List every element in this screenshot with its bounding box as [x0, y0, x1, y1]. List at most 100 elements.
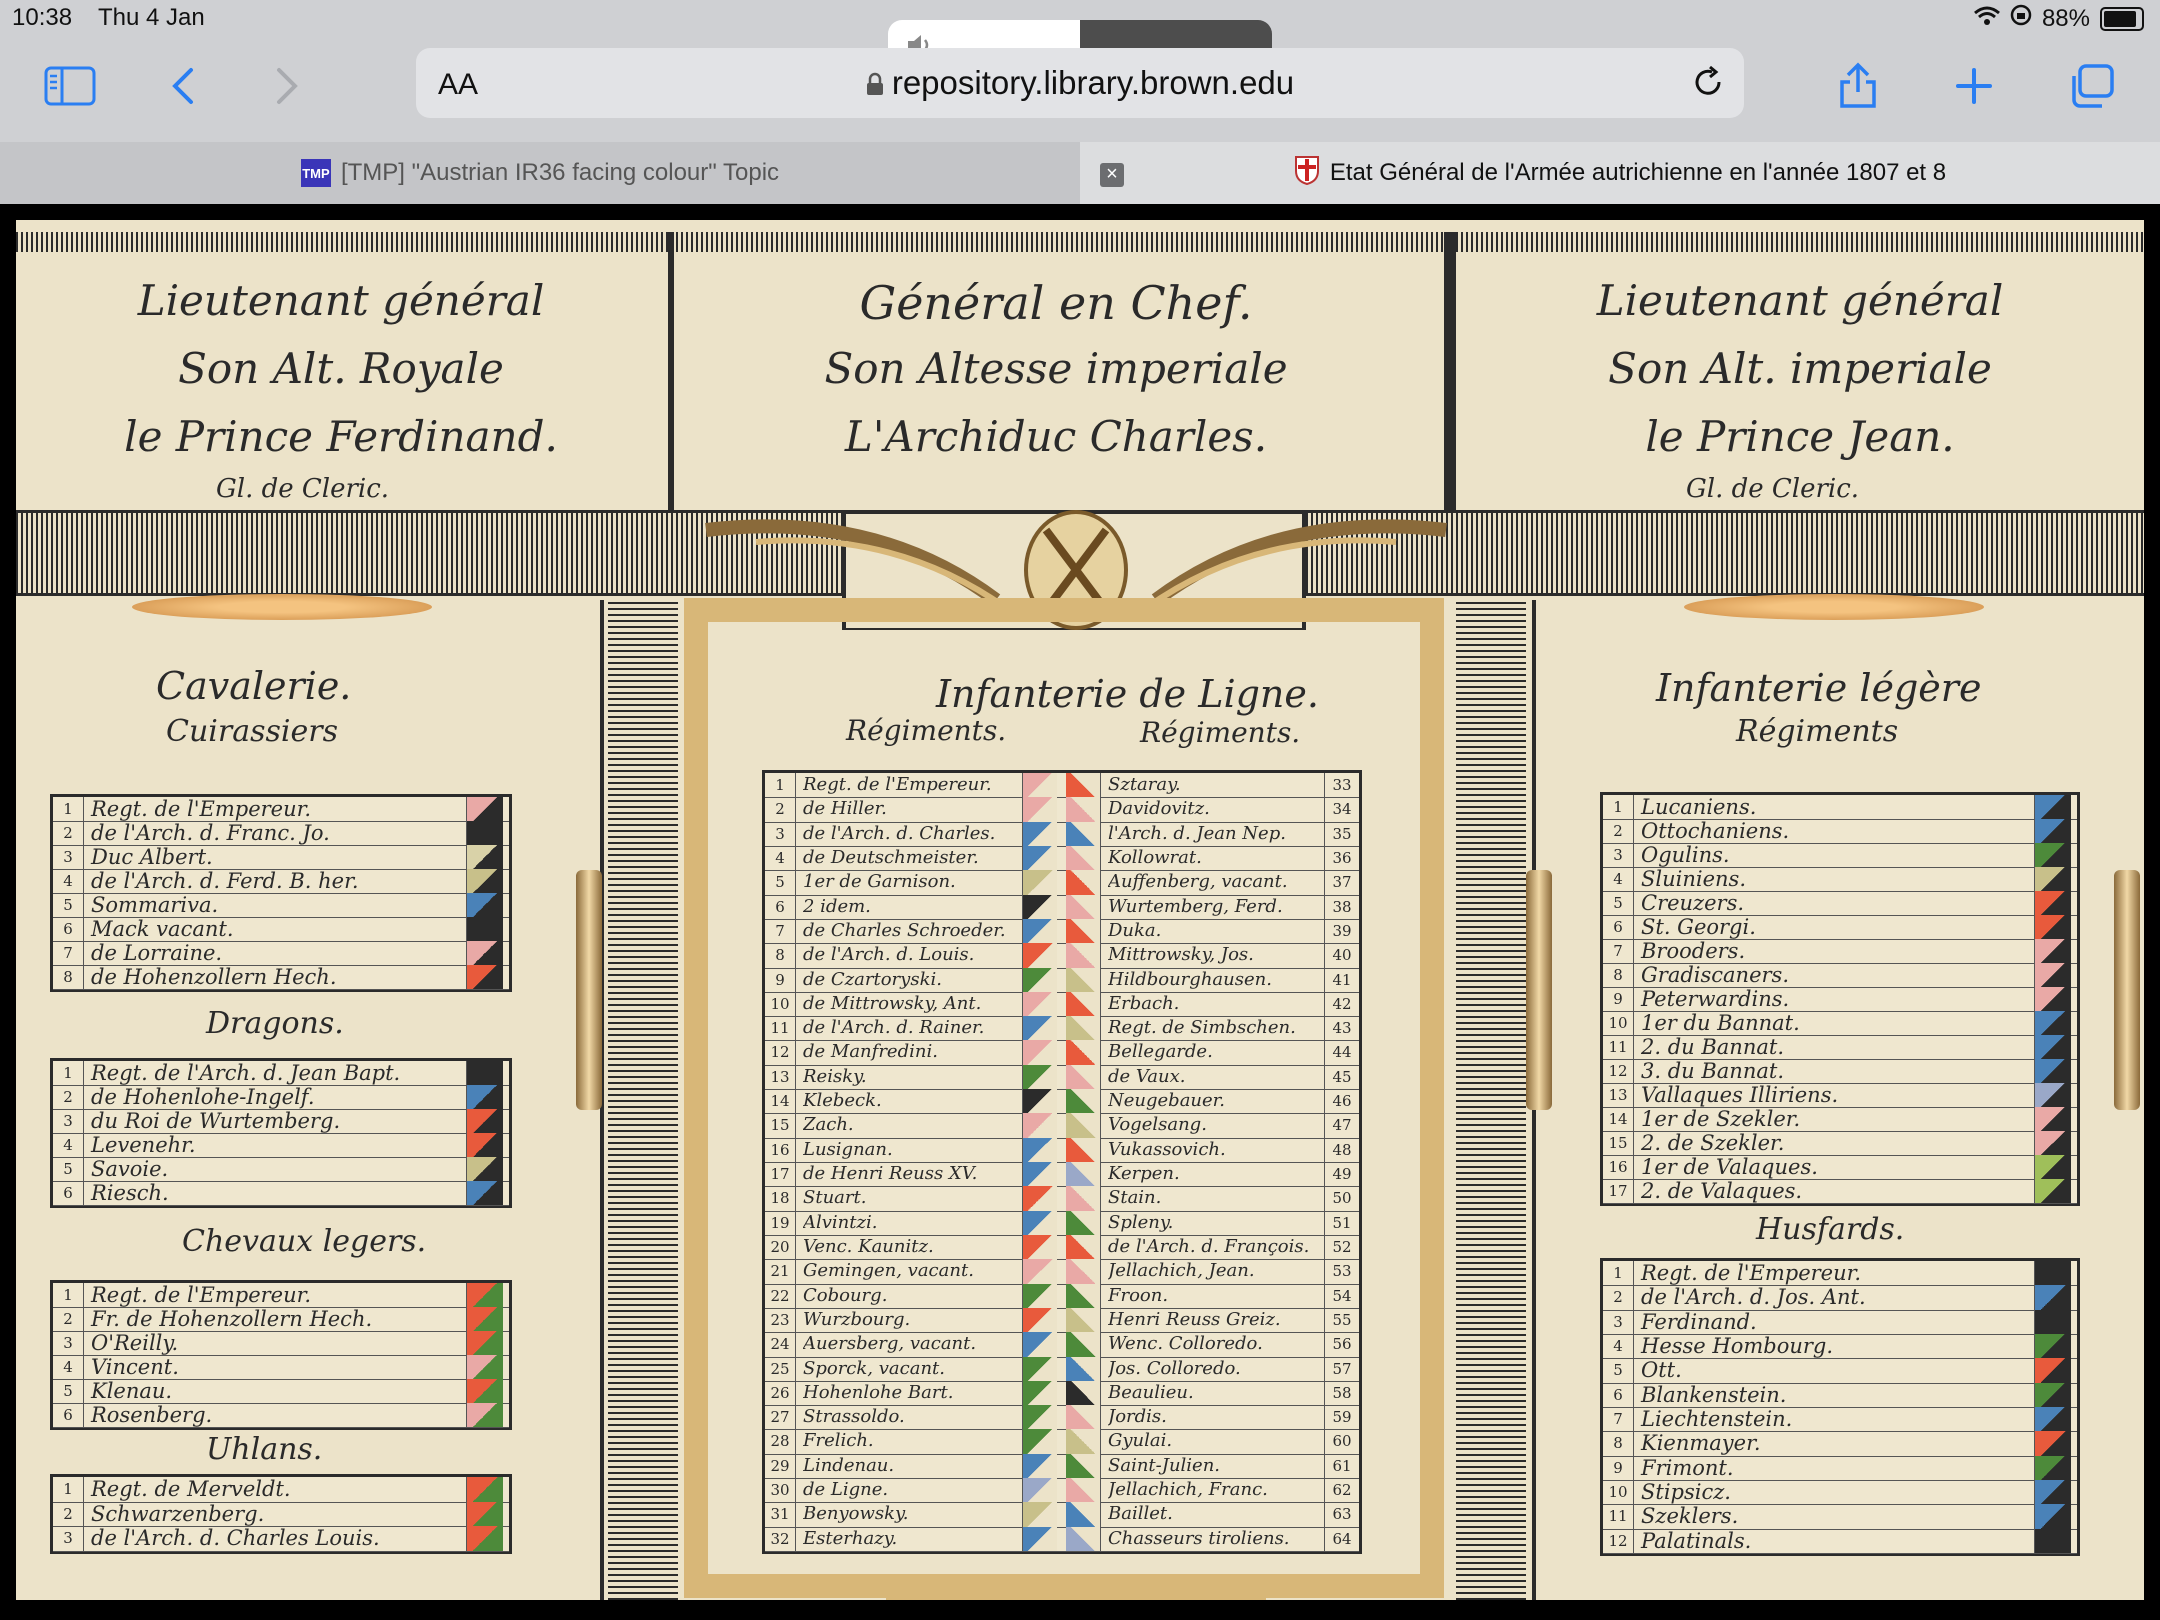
facing-colour-swatch [1022, 1502, 1057, 1527]
regiment-name: Palatinals. [1641, 1528, 1752, 1553]
facing-colour-swatch [466, 797, 503, 821]
table-row: 5 Sommariva. [53, 893, 509, 918]
regiment-number: 32 [765, 1526, 796, 1551]
table-row: 3 Ogulins. [1603, 843, 2077, 868]
facing-colour-swatch [466, 1355, 503, 1379]
regiment-name: Sztaray. [1108, 774, 1181, 795]
facing-colour-swatch [1066, 1016, 1101, 1041]
new-tab-icon[interactable] [1946, 60, 2002, 112]
table-row: 16 Lusignan. Vukassovich. 48 [765, 1137, 1359, 1163]
regiment-name: Mack vacant. [91, 917, 234, 941]
light-infantry-table: 1 Lucaniens. 2 Ottochaniens. 3 Ogulins. 4 Sluin… [1600, 792, 2080, 1206]
regiment-number: 10 [765, 991, 796, 1017]
regiment-number: 19 [765, 1210, 796, 1235]
regiment-number: 15 [765, 1113, 796, 1138]
facing-colour-swatch [1066, 1356, 1101, 1381]
facing-colour-swatch [1066, 894, 1101, 919]
table-row: 26 Hohenlohe Bart. Beaulieu. 58 [765, 1380, 1359, 1407]
document-view[interactable]: Lieutenant général Son Alt. Royale le Pr… [16, 220, 2144, 1600]
tab-tmp-topic[interactable]: TMP [TMP] "Austrian IR36 facing colour" … [0, 142, 1080, 204]
regiment-number: 7 [765, 918, 796, 944]
regiment-name: Wenc. Colloredo. [1108, 1333, 1263, 1355]
regiment-number: 24 [765, 1332, 796, 1357]
facing-colour-swatch [1066, 1429, 1101, 1454]
facing-colour-swatch [1066, 1210, 1101, 1235]
facing-colour-swatch [1022, 1405, 1057, 1430]
regiment-number: 1 [1603, 1261, 1634, 1286]
regiment-name: Duka. [1108, 919, 1162, 941]
facing-colour-swatch [466, 869, 503, 893]
regiment-name: Sommariva. [91, 893, 219, 917]
facing-colour-swatch [2034, 1334, 2071, 1359]
commander-line: le Prince Ferdinand. [124, 412, 558, 461]
regiment-number: 22 [765, 1283, 796, 1308]
regiment-name: Regt. de l'Empereur. [91, 797, 312, 821]
facing-colour-swatch [1066, 1089, 1101, 1114]
facing-colour-swatch [2034, 1358, 2071, 1383]
regiment-number: 5 [765, 870, 796, 895]
regiment-number: 4 [765, 845, 796, 871]
facing-colour-swatch [1066, 1234, 1101, 1260]
regiment-name: Auffenberg, vacant. [1108, 871, 1288, 893]
commander-line: Lieutenant général [1596, 276, 2004, 325]
regiment-name: Sporck, vacant. [803, 1357, 945, 1379]
forward-icon[interactable] [260, 60, 316, 112]
regiment-name: Froon. [1108, 1284, 1169, 1306]
regiment-name: Ottochaniens. [1641, 819, 1790, 843]
table-row: 4 de Deutschmeister. Kollowrat. 36 [765, 845, 1359, 872]
regiment-name: 2. de Valaques. [1641, 1179, 1803, 1203]
uhlans-table: 1 Regt. de Merveldt. 2 Schwarzenberg. 3 de l'… [50, 1474, 512, 1554]
regiment-name: Chasseurs tiroliens. [1108, 1527, 1290, 1549]
address-bar[interactable]: AA repository.library.brown.edu [416, 48, 1744, 118]
light-infantry-title: Infanterie légère [1656, 666, 1982, 710]
regiment-name: Vukassovich. [1108, 1138, 1226, 1160]
facing-colour-swatch [1022, 1089, 1057, 1114]
facing-colour-swatch [1022, 894, 1057, 919]
regiment-name: Cobourg. [803, 1284, 888, 1306]
regiment-name: Jos. Colloredo. [1108, 1357, 1241, 1379]
regiment-number: 11 [765, 1016, 796, 1041]
table-row: 6 Rosenberg. [53, 1403, 509, 1428]
facing-colour-swatch [466, 821, 503, 845]
facing-colour-swatch [2034, 891, 2071, 915]
share-icon[interactable] [1830, 60, 1886, 112]
regiment-number: 13 [1603, 1083, 1634, 1107]
regiment-name: Kienmayer. [1641, 1431, 1761, 1456]
facing-colour-swatch [466, 1133, 503, 1157]
regiment-number: 49 [1324, 1162, 1359, 1187]
url-display[interactable]: repository.library.brown.edu [416, 64, 1744, 104]
regiment-number: 13 [765, 1064, 796, 1090]
regiment-number: 2 [53, 1085, 84, 1109]
regiment-name: Gyulai. [1108, 1430, 1173, 1452]
line-infantry-title: Infanterie de Ligne. [936, 672, 1319, 716]
facing-colour-swatch [1066, 1453, 1101, 1479]
regiment-name: 2. de Szekler. [1641, 1131, 1785, 1155]
dragoons-table: 1 Regt. de l'Arch. d. Jean Bapt. 2 de Hohen… [50, 1058, 512, 1208]
facing-colour-swatch [2034, 819, 2071, 843]
regiment-name: Vogelsang. [1108, 1114, 1207, 1136]
top-border [16, 232, 2144, 252]
regiment-number: 27 [765, 1405, 796, 1430]
regiment-number: 55 [1324, 1307, 1359, 1333]
reload-icon[interactable] [1690, 64, 1726, 105]
tab-overview-icon[interactable] [2064, 60, 2120, 112]
sidebar-icon[interactable] [42, 60, 98, 112]
table-row: 13 Reisky. de Vaux. 45 [765, 1064, 1359, 1091]
regiment-number: 1 [53, 1061, 84, 1085]
regiment-number: 14 [765, 1089, 796, 1114]
back-icon[interactable] [154, 60, 210, 112]
facing-colour-swatch [466, 1501, 503, 1527]
tab-etat-general[interactable]: Etat Général de l'Armée autrichienne en … [1080, 142, 2160, 204]
facing-colour-swatch [2034, 843, 2071, 867]
regiment-number: 7 [53, 941, 84, 965]
regiment-number: 21 [765, 1259, 796, 1284]
regiment-number: 23 [765, 1307, 796, 1333]
table-row: 9 Frimont. [1603, 1455, 2077, 1481]
close-tab-icon[interactable]: × [1100, 163, 1124, 187]
table-row: 7 de Lorraine. [53, 941, 509, 966]
regiment-name: Ogulins. [1641, 843, 1730, 867]
tab-bar: TMP [TMP] "Austrian IR36 facing colour" … [0, 142, 2160, 204]
uhlans-title: Uhlans. [206, 1432, 323, 1467]
commander-line: Son Alt. imperiale [1608, 344, 1992, 393]
facing-colour-swatch [2034, 1083, 2071, 1107]
